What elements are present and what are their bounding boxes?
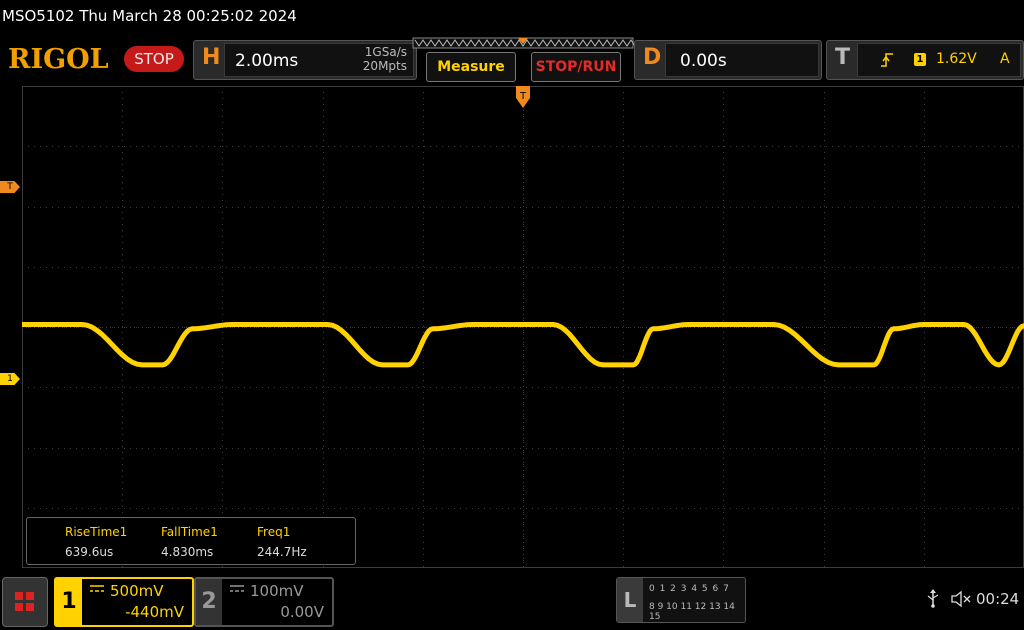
measure-value-risetime: 639.6us: [65, 545, 114, 559]
logic-analyzer-letter: L: [617, 578, 643, 622]
memory-depth: 20Mpts: [362, 59, 407, 73]
trigger-source-badge: 1: [914, 53, 926, 66]
timebase-value: 2.00ms: [235, 51, 299, 71]
menu-grid-cell: [26, 603, 34, 611]
trigger-letter: T: [835, 45, 851, 70]
menu-grid-cell: [15, 603, 23, 611]
trigger-level: 1.62V: [936, 51, 977, 67]
horizontal-settings: 2.00ms 1GSa/s 20Mpts: [224, 43, 414, 77]
dc-coupling-icon: [90, 585, 104, 592]
trigger-panel[interactable]: T 1 1.62V A: [826, 40, 1024, 80]
channel-1-panel[interactable]: 1 500mV -440mV: [54, 577, 194, 627]
measure-label-freq: Freq1: [257, 525, 291, 539]
title-bar: MSO5102 Thu March 28 00:25:02 2024: [0, 0, 1024, 34]
main-menu-button[interactable]: [2, 577, 48, 627]
measure-label-falltime: FallTime1: [161, 525, 218, 539]
speaker-muted-icon[interactable]: [950, 590, 972, 608]
stop-run-button[interactable]: STOP/RUN: [531, 52, 621, 82]
device-title: MSO5102 Thu March 28 00:25:02 2024: [2, 7, 297, 25]
measure-value-falltime: 4.830ms: [161, 545, 214, 559]
ch1-ground-marker[interactable]: 1: [0, 373, 20, 385]
measure-value-freq: 244.7Hz: [257, 545, 307, 559]
channel-2-scale: 100mV: [250, 582, 304, 600]
svg-text:T: T: [519, 91, 527, 102]
dc-coupling-icon: [230, 585, 244, 592]
system-clock: 00:24: [976, 590, 1020, 608]
channel-1-offset: -440mV: [125, 603, 184, 621]
rising-edge-icon: [881, 53, 893, 67]
delay-value: 0.00s: [680, 51, 727, 71]
delay-settings: 0.00s: [665, 43, 819, 77]
channel-2-panel[interactable]: 2 100mV 0.00V: [194, 577, 334, 627]
digital-channels-0-7: 0 1 2 3 4 5 6 7: [649, 584, 730, 594]
logic-analyzer-panel[interactable]: L 0 1 2 3 4 5 6 7 8 9 10 11 12 13 14 15: [616, 577, 746, 623]
acquisition-status-badge[interactable]: STOP: [124, 46, 184, 72]
waveform-display[interactable]: [22, 86, 1024, 568]
menu-grid-cell: [26, 592, 34, 600]
rigol-logo: RIGOL: [8, 44, 109, 75]
channel-1-scale: 500mV: [110, 582, 164, 600]
horizontal-panel[interactable]: H 2.00ms 1GSa/s 20Mpts: [193, 40, 417, 80]
usb-icon: [927, 589, 939, 608]
measure-label-risetime: RiseTime1: [65, 525, 128, 539]
sample-rate: 1GSa/s: [364, 45, 407, 59]
menu-grid-icon: [15, 592, 23, 600]
digital-channels-8-15: 8 9 10 11 12 13 14 15: [649, 602, 735, 622]
measure-button[interactable]: Measure: [426, 52, 516, 82]
trigger-position-marker[interactable]: T: [516, 86, 530, 108]
measurement-panel[interactable]: RiseTime1 639.6us FallTime1 4.830ms Freq…: [26, 517, 356, 565]
channel-2-offset: 0.00V: [280, 603, 324, 621]
channel-2-number: 2: [196, 579, 222, 625]
memory-position-indicator: [412, 37, 634, 49]
delay-letter: D: [643, 45, 662, 70]
channel-1-number: 1: [56, 579, 82, 625]
horizontal-letter: H: [202, 45, 221, 70]
delay-panel[interactable]: D 0.00s: [634, 40, 822, 80]
trigger-level-marker[interactable]: T: [0, 181, 20, 193]
trigger-mode: A: [1000, 51, 1010, 67]
trigger-settings: 1 1.62V A: [857, 43, 1021, 77]
